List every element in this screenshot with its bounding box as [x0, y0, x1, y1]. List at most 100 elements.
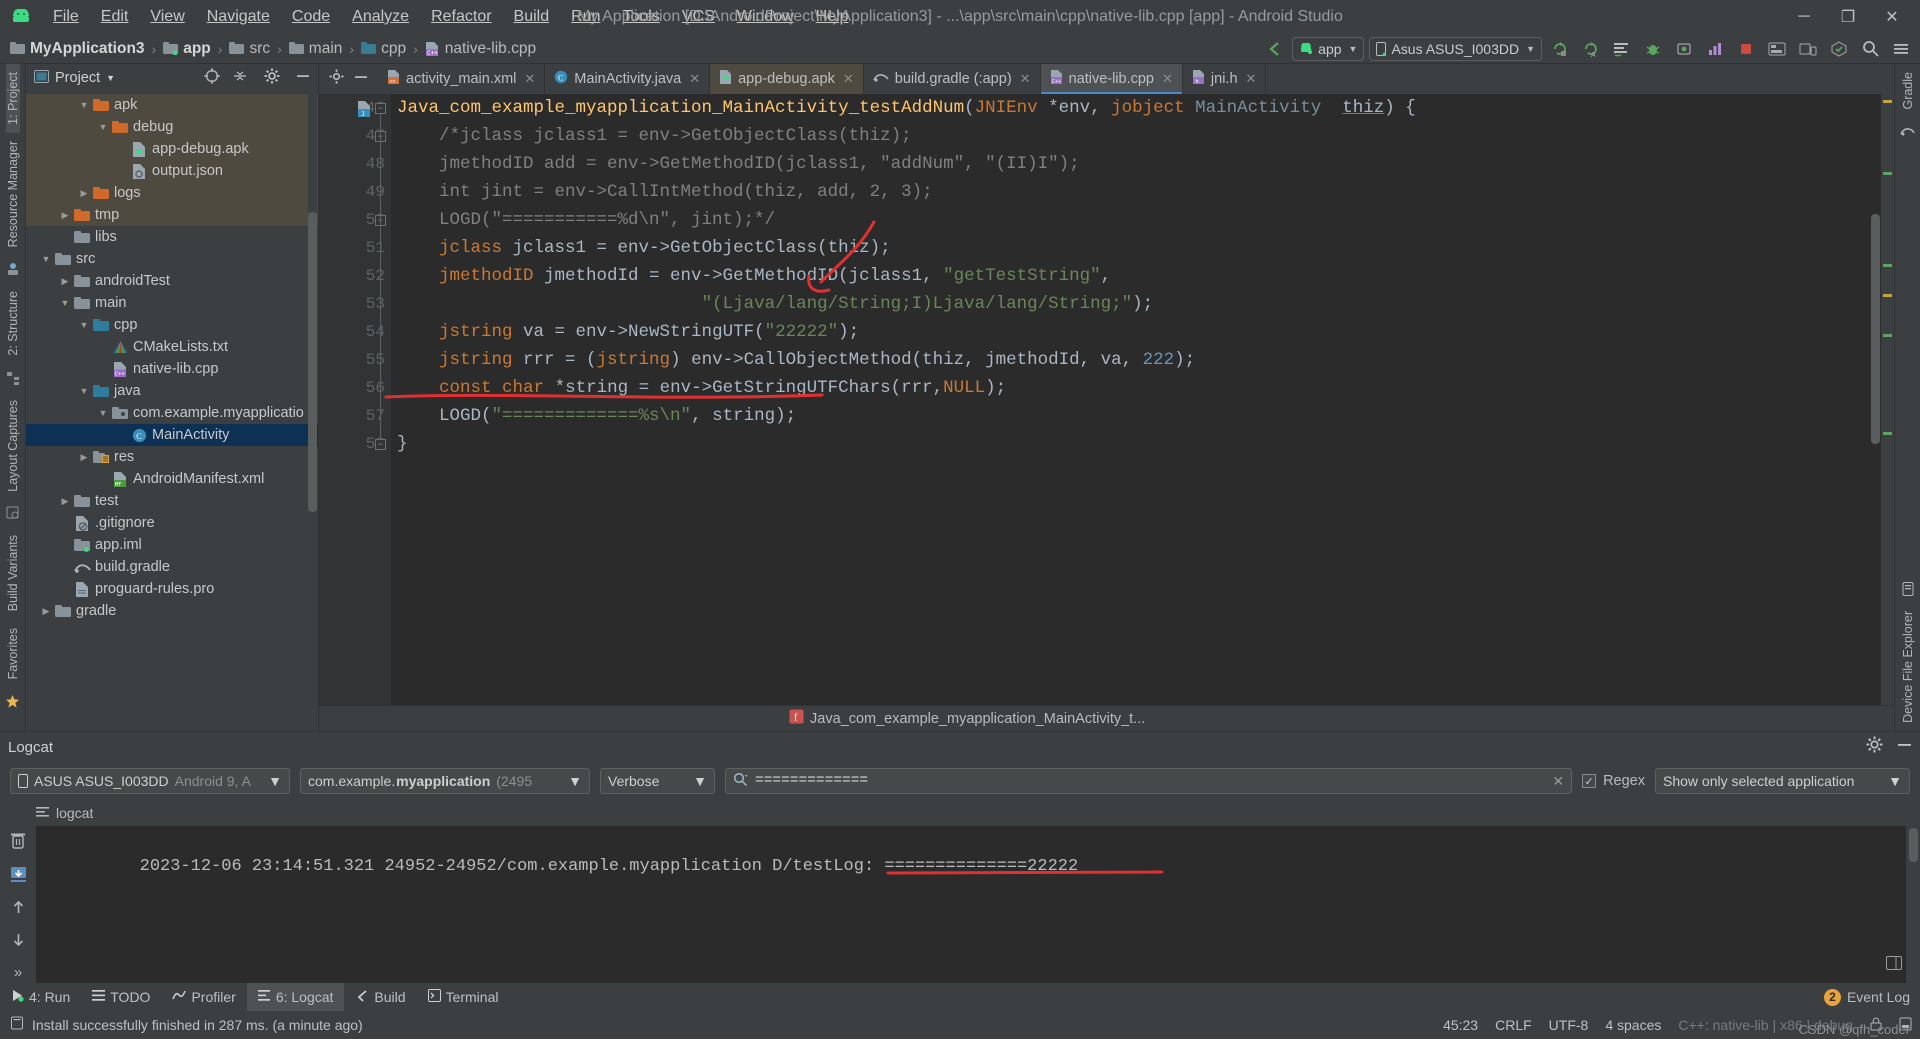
- avd-manager-icon[interactable]: [1609, 37, 1635, 61]
- code-content[interactable]: Java_com_example_myapplication_MainActiv…: [391, 94, 1881, 705]
- tree-item[interactable]: ▼ main: [26, 292, 318, 314]
- device-selector[interactable]: Asus ASUS_I003DD ▼: [1369, 36, 1542, 61]
- bottom-tab-build[interactable]: Build: [344, 983, 416, 1011]
- chevron-right-icon[interactable]: ▶: [57, 276, 73, 287]
- close-icon-tab-0[interactable]: ✕: [524, 71, 535, 87]
- hamburger-menu-icon[interactable]: [1888, 37, 1914, 61]
- tree-item[interactable]: ▼ cpp: [26, 314, 318, 336]
- device-manager-icon[interactable]: [1795, 37, 1821, 61]
- tree-item[interactable]: .gitignore: [26, 512, 318, 534]
- close-icon-tab-2[interactable]: ✕: [843, 71, 854, 87]
- stop-icon[interactable]: [1733, 37, 1759, 61]
- menu-view[interactable]: View: [139, 5, 195, 29]
- breadcrumb-app[interactable]: app: [163, 40, 211, 58]
- project-tree[interactable]: ▼ apk ▼ debug app-debug.apk output.json ▶ logs ▶…: [26, 92, 318, 731]
- rail-item-layout-captures[interactable]: Layout Captures: [6, 392, 20, 500]
- profiler-icon[interactable]: [1702, 37, 1728, 61]
- rail-item-structure[interactable]: 2: Structure: [6, 283, 20, 364]
- tree-item[interactable]: ▶ androidTest: [26, 270, 318, 292]
- tree-item[interactable]: ▶ logs: [26, 182, 318, 204]
- tree-item[interactable]: ▶ gradle: [26, 600, 318, 622]
- menu-navigate[interactable]: Navigate: [196, 5, 281, 29]
- down-icon[interactable]: [11, 932, 26, 952]
- editor-method-breadcrumb[interactable]: f Java_com_example_myapplication_MainAct…: [319, 705, 1894, 731]
- code-line[interactable]: LOGD("=============%s\n", string);: [397, 402, 1881, 430]
- more-options-icon[interactable]: »: [14, 964, 22, 981]
- editor-scrollbar-thumb[interactable]: [1871, 214, 1880, 444]
- tree-item[interactable]: libs: [26, 226, 318, 248]
- rail-item-project[interactable]: 1: Project: [5, 64, 20, 133]
- fold-icon-58[interactable]: −: [375, 439, 386, 450]
- chevron-right-icon[interactable]: ▶: [76, 452, 92, 463]
- tree-item[interactable]: ▼ java: [26, 380, 318, 402]
- settings-gear-icon[interactable]: [329, 69, 344, 89]
- hide-editor-icon[interactable]: [354, 70, 368, 89]
- menu-file[interactable]: File: [42, 5, 90, 29]
- tree-item[interactable]: C MainActivity: [26, 424, 318, 446]
- logcat-device-selector[interactable]: ASUS ASUS_I003DD Android 9, A ▼: [10, 768, 290, 794]
- close-icon-tab-1[interactable]: ✕: [689, 71, 700, 87]
- tree-item[interactable]: ▼ apk: [26, 94, 318, 116]
- jni-gutter-marker-icon[interactable]: J: [357, 101, 372, 122]
- chevron-right-icon[interactable]: ▶: [76, 188, 92, 199]
- tree-item[interactable]: CMakeLists.txt: [26, 336, 318, 358]
- editor-scrollbar[interactable]: [1871, 94, 1880, 705]
- tree-item[interactable]: proguard-rules.pro: [26, 578, 318, 600]
- chevron-right-icon[interactable]: ▶: [57, 496, 73, 507]
- menu-refactor[interactable]: Refactor: [420, 5, 502, 29]
- breadcrumb-src[interactable]: src: [229, 40, 270, 58]
- chevron-down-icon[interactable]: ▼: [57, 298, 73, 308]
- code-line[interactable]: }: [397, 430, 1881, 458]
- logcat-minimize-icon[interactable]: [1897, 737, 1912, 757]
- code-line[interactable]: "(Ljava/lang/String;I)Ljava/lang/String;…: [397, 290, 1881, 318]
- event-log-button[interactable]: 2 Event Log: [1823, 983, 1910, 1011]
- search-icon-logcat[interactable]: [733, 772, 748, 791]
- close-button[interactable]: ✕: [1872, 3, 1912, 31]
- logcat-settings-gear-icon[interactable]: [1866, 736, 1883, 758]
- chevron-down-icon[interactable]: ▼: [95, 122, 111, 132]
- logcat-regex-toggle[interactable]: ✓ Regex: [1582, 773, 1645, 789]
- logcat-level-selector[interactable]: Verbose ▼: [600, 768, 715, 794]
- menu-window[interactable]: Window: [726, 5, 805, 29]
- maximize-button[interactable]: ❐: [1828, 3, 1868, 31]
- chevron-right-icon[interactable]: ▶: [38, 606, 54, 617]
- tree-item[interactable]: ▼ debug: [26, 116, 318, 138]
- bottom-tab-logcat[interactable]: 6: Logcat: [246, 983, 345, 1011]
- chevron-down-icon[interactable]: ▼: [76, 320, 92, 330]
- code-line[interactable]: const char *string = env->GetStringUTFCh…: [397, 374, 1881, 402]
- code-line[interactable]: LOGD("===========%d\n", jint);*/: [397, 206, 1881, 234]
- fold-column[interactable]: −−−−: [371, 94, 391, 705]
- editor-tab-activity-main-xml[interactable]: <> activity_main.xml ✕: [378, 64, 546, 94]
- back-arrow-icon[interactable]: [1261, 37, 1287, 61]
- menu-vcs[interactable]: VCS: [671, 5, 726, 29]
- editor-tab-build-gradle[interactable]: build.gradle (:app) ✕: [864, 64, 1041, 94]
- tree-item[interactable]: ▶ test: [26, 490, 318, 512]
- attach-debugger-icon[interactable]: [1671, 37, 1697, 61]
- regex-checkbox[interactable]: ✓: [1582, 774, 1597, 788]
- rail-item-device-file-explorer[interactable]: Device File Explorer: [1901, 603, 1915, 731]
- bottom-tab-run[interactable]: 4: Run: [0, 983, 81, 1011]
- project-scrollbar-thumb[interactable]: [308, 212, 317, 512]
- menu-analyze[interactable]: Analyze: [341, 5, 420, 29]
- up-icon[interactable]: [11, 900, 26, 920]
- rail-item-resource-manager[interactable]: Resource Manager: [6, 133, 20, 255]
- chevron-down-icon[interactable]: ▼: [38, 254, 54, 264]
- menu-help[interactable]: Help: [805, 5, 860, 29]
- editor-tab-jni-h[interactable]: h jni.h ✕: [1183, 64, 1267, 94]
- menu-run[interactable]: Run: [560, 5, 611, 29]
- code-line[interactable]: jmethodID add = env->GetMethodID(jclass1…: [397, 150, 1881, 178]
- chevron-down-icon[interactable]: ▼: [76, 100, 92, 110]
- logcat-scrollbar[interactable]: [1906, 826, 1920, 983]
- code-line[interactable]: Java_com_example_myapplication_MainActiv…: [397, 94, 1881, 122]
- gear-icon[interactable]: [264, 68, 280, 88]
- file-encoding[interactable]: UTF-8: [1549, 1017, 1589, 1033]
- tree-item[interactable]: output.json: [26, 160, 318, 182]
- sync-project-icon[interactable]: A: [1578, 37, 1604, 61]
- target-icon[interactable]: [204, 68, 220, 88]
- code-line[interactable]: /*jclass jclass1 = env->GetObjectClass(t…: [397, 122, 1881, 150]
- logcat-expand-icon[interactable]: [1886, 956, 1902, 975]
- indent-setting[interactable]: 4 spaces: [1605, 1017, 1661, 1033]
- close-icon-tab-5[interactable]: ✕: [1246, 71, 1257, 87]
- chevron-down-icon[interactable]: ▼: [95, 408, 111, 418]
- chevron-down-icon[interactable]: ▼: [76, 386, 92, 396]
